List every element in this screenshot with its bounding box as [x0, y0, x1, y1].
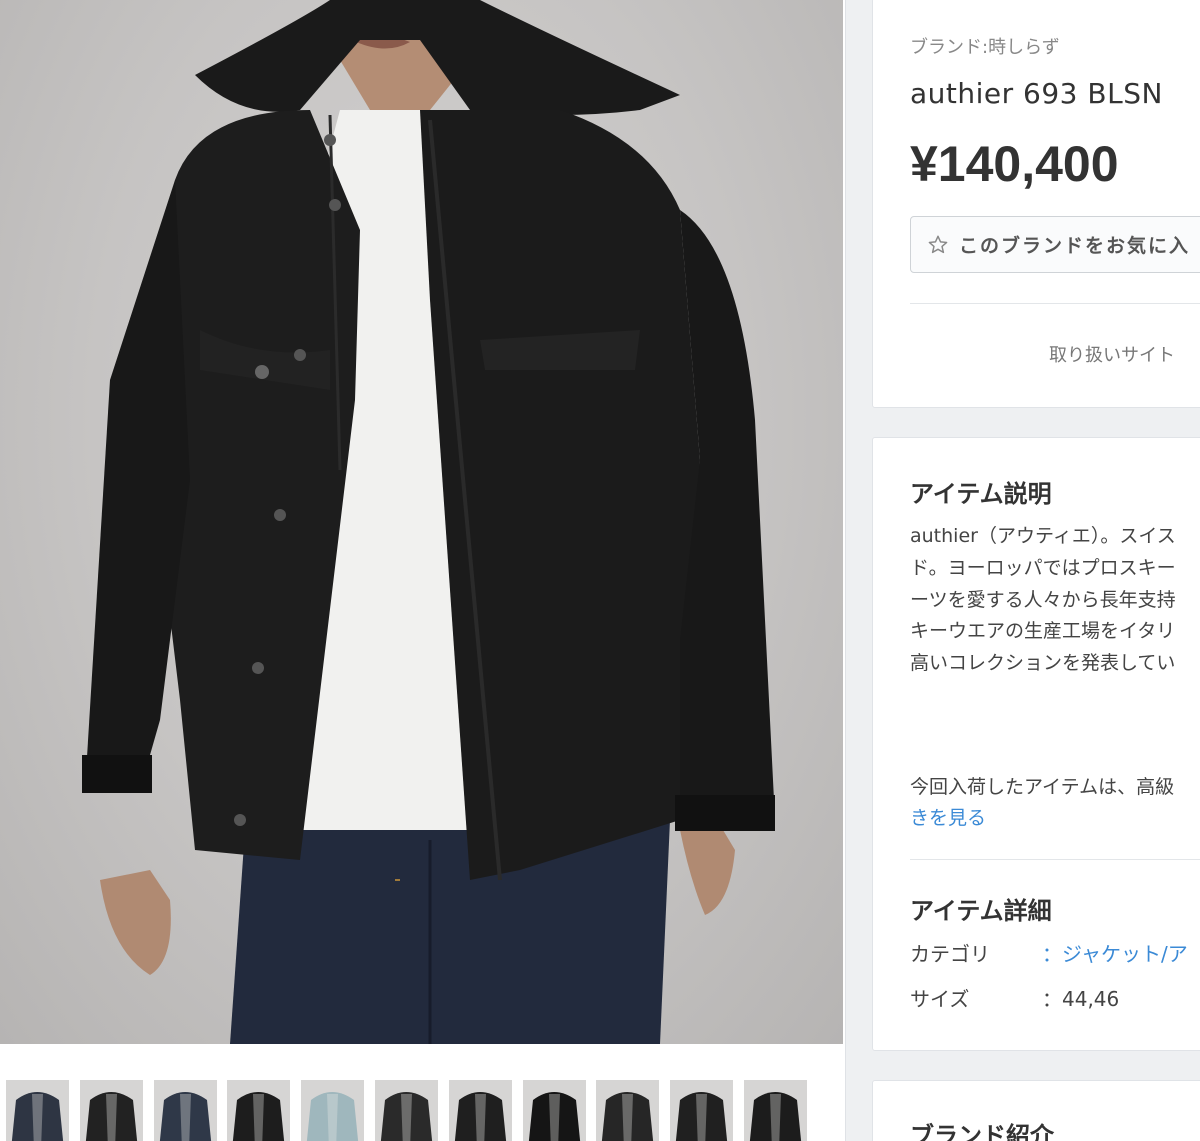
thumbnail[interactable] — [523, 1080, 586, 1141]
favorite-brand-button[interactable]: このブランドをお気に入 — [910, 216, 1200, 273]
brand-line: ブランド:時しらず — [910, 33, 1060, 59]
thumbnail[interactable] — [301, 1080, 364, 1141]
thumbnail-image — [744, 1080, 807, 1141]
thumbnail-image — [227, 1080, 290, 1141]
thumbnail-image — [301, 1080, 364, 1141]
thumbnail-image — [523, 1080, 586, 1141]
brand-link[interactable]: 時しらず — [988, 37, 1060, 58]
detail-row-size: サイズ ：44,46 — [910, 983, 1119, 1012]
sites-link[interactable]: 取り扱いサイト — [1049, 341, 1175, 367]
detail-key: サイズ — [910, 987, 970, 1011]
description-title: アイテム説明 — [910, 480, 1052, 508]
thumbnail[interactable] — [449, 1080, 512, 1141]
product-summary-card: ブランド:時しらず authier 693 BLSN ¥140,400 このブラ… — [872, 0, 1200, 408]
thumbnail-image — [80, 1080, 143, 1141]
thumbnail[interactable] — [227, 1080, 290, 1141]
item-description-card: アイテム説明 authier（アウティエ）。スイス ド。ヨーロッパではプロスキー… — [872, 437, 1200, 1051]
main-product-image[interactable] — [0, 0, 843, 1044]
thumbnail[interactable] — [744, 1080, 807, 1141]
thumbnail[interactable] — [375, 1080, 438, 1141]
star-icon — [928, 235, 948, 253]
brand-intro-card: ブランド紹介 — [872, 1080, 1200, 1141]
thumbnail-image — [670, 1080, 733, 1141]
detail-key: カテゴリ — [910, 942, 990, 966]
detail-row-category: カテゴリ ：ジャケット/ア — [910, 938, 1188, 967]
thumbnail-image — [449, 1080, 512, 1141]
thumbnail-image — [375, 1080, 438, 1141]
favorite-brand-label: このブランドをお気に入 — [959, 235, 1191, 257]
thumbnail[interactable] — [6, 1080, 69, 1141]
thumbnail-image — [154, 1080, 217, 1141]
product-name: authier 693 BLSN — [910, 77, 1163, 110]
divider — [910, 303, 1200, 304]
description-line: キーウエアの生産工場をイタリ — [910, 620, 1176, 642]
brand-intro-title: ブランド紹介 — [910, 1122, 1054, 1141]
brand-label: ブランド: — [910, 37, 989, 58]
detail-value: ：44,46 — [1042, 987, 1120, 1011]
description-line: ーツを愛する人々から長年支持 — [910, 589, 1176, 611]
product-gallery — [0, 0, 846, 1141]
category-link[interactable]: ：ジャケット/ア — [1042, 942, 1188, 966]
jacket-illustration — [82, 0, 775, 1044]
description-line: ド。ヨーロッパではプロスキー — [910, 557, 1176, 579]
product-price: ¥140,400 — [910, 136, 1119, 192]
divider — [910, 859, 1200, 860]
details-title: アイテム詳細 — [910, 897, 1052, 925]
thumbnail-strip — [0, 1080, 846, 1141]
description-line: authier（アウティエ）。スイス — [910, 525, 1176, 547]
thumbnail[interactable] — [154, 1080, 217, 1141]
thumbnail[interactable] — [80, 1080, 143, 1141]
thumbnail-image — [6, 1080, 69, 1141]
thumbnail[interactable] — [596, 1080, 659, 1141]
description-line: 高いコレクションを発表してい — [910, 652, 1176, 674]
description-extra-line: 今回入荷したアイテムは、高級 — [910, 776, 1175, 798]
thumbnail[interactable] — [670, 1080, 733, 1141]
thumbnail-image — [596, 1080, 659, 1141]
read-more-link[interactable]: きを見る — [910, 803, 986, 830]
